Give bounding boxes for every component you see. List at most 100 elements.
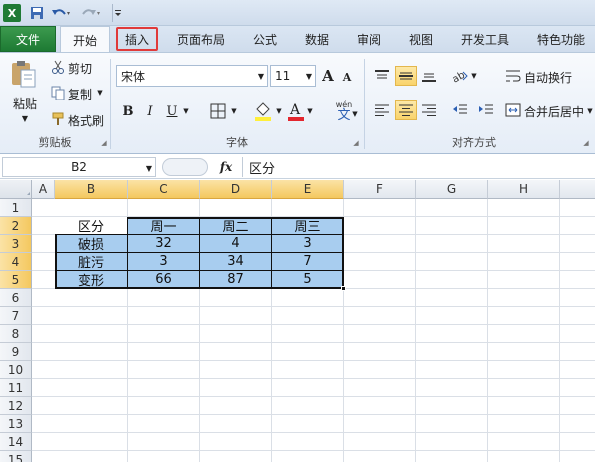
wrap-text-button[interactable]: 自动换行	[524, 69, 572, 86]
tab-home[interactable]: 开始	[60, 26, 110, 53]
name-box[interactable]: B2	[2, 157, 156, 177]
clipboard-launcher-icon[interactable]: ◢	[100, 139, 108, 147]
align-center-icon[interactable]	[395, 100, 417, 120]
row-header-10[interactable]: 10	[0, 361, 32, 379]
column-header-i[interactable]: I	[560, 180, 595, 199]
font-color-icon[interactable]: A	[286, 99, 306, 123]
table-cell[interactable]: 7	[272, 253, 344, 271]
tab-review[interactable]: 审阅	[348, 26, 390, 52]
row-header-7[interactable]: 7	[0, 307, 32, 325]
row-header-8[interactable]: 8	[0, 325, 32, 343]
row-header-1[interactable]: 1	[0, 199, 32, 217]
table-header-cell[interactable]: 周一	[128, 217, 200, 235]
select-all-corner[interactable]	[0, 180, 32, 199]
format-painter-button[interactable]: 格式刷	[68, 112, 104, 129]
font-color-dropdown-icon[interactable]: ▼	[306, 107, 314, 115]
tab-formulas[interactable]: 公式	[244, 26, 286, 52]
save-icon[interactable]	[30, 4, 44, 22]
insert-function-icon[interactable]: fx	[214, 158, 238, 176]
font-name-combobox[interactable]: 宋体	[116, 65, 268, 87]
customize-icon[interactable]	[112, 4, 122, 22]
increase-indent-icon[interactable]	[476, 101, 496, 119]
grow-font-icon[interactable]: A	[320, 67, 336, 85]
table-header-cell[interactable]: 区分	[55, 217, 128, 235]
table-cell[interactable]: 3	[272, 235, 344, 253]
row-header-4[interactable]: 4	[0, 253, 32, 271]
shrink-font-icon[interactable]: A	[340, 69, 354, 85]
borders-icon[interactable]	[208, 101, 228, 121]
align-middle-icon[interactable]	[395, 66, 417, 86]
row-header-6[interactable]: 6	[0, 289, 32, 307]
tab-view[interactable]: 视图	[400, 26, 442, 52]
undo-icon[interactable]	[50, 4, 72, 22]
row-header-2[interactable]: 2	[0, 217, 32, 235]
row-header-15[interactable]: 15	[0, 451, 32, 462]
align-top-icon[interactable]	[372, 67, 392, 85]
table-header-cell[interactable]: 周三	[272, 217, 344, 235]
worksheet-grid[interactable]: ABCDEFGHI 123456789101112131415 区分周一周二周三…	[0, 180, 595, 462]
column-header-b[interactable]: B	[55, 180, 128, 199]
align-left-icon[interactable]	[372, 101, 392, 119]
formula-resize-handle[interactable]	[162, 158, 208, 176]
tab-data[interactable]: 数据	[296, 26, 338, 52]
decrease-indent-icon[interactable]	[450, 101, 470, 119]
merge-center-button[interactable]: 合并后居中	[524, 103, 584, 120]
column-header-e[interactable]: E	[272, 180, 344, 199]
tab-page-layout[interactable]: 页面布局	[168, 26, 234, 52]
row-header-5[interactable]: 5	[0, 271, 32, 289]
orientation-icon[interactable]: ab	[450, 67, 470, 85]
column-header-f[interactable]: F	[344, 180, 416, 199]
fill-color-dropdown-icon[interactable]: ▼	[275, 107, 283, 115]
row-header-3[interactable]: 3	[0, 235, 32, 253]
excel-logo-icon[interactable]: X	[3, 4, 21, 22]
table-cell[interactable]: 4	[200, 235, 272, 253]
row-header-9[interactable]: 9	[0, 343, 32, 361]
tab-file[interactable]: 文件	[0, 26, 56, 52]
row-header-13[interactable]: 13	[0, 415, 32, 433]
table-cell[interactable]: 变形	[55, 271, 128, 289]
font-launcher-icon[interactable]: ◢	[352, 139, 360, 147]
table-cell[interactable]: 34	[200, 253, 272, 271]
orientation-dropdown-icon[interactable]: ▼	[470, 72, 478, 80]
name-box-dropdown-icon[interactable]: ▼	[144, 163, 154, 173]
bold-button[interactable]: B	[120, 101, 136, 121]
fill-handle[interactable]	[341, 286, 346, 291]
table-cell[interactable]: 87	[200, 271, 272, 289]
copy-dropdown-icon[interactable]: ▼	[96, 89, 104, 97]
formula-input[interactable]: 区分	[242, 157, 595, 177]
table-header-cell[interactable]: 周二	[200, 217, 272, 235]
borders-dropdown-icon[interactable]: ▼	[230, 107, 238, 115]
fill-color-icon[interactable]	[252, 99, 274, 123]
paste-dropdown-icon[interactable]: ▼	[20, 113, 30, 123]
column-header-d[interactable]: D	[200, 180, 272, 199]
table-cell[interactable]: 脏污	[55, 253, 128, 271]
redo-icon[interactable]	[80, 4, 102, 22]
row-header-14[interactable]: 14	[0, 433, 32, 451]
table-cell[interactable]: 66	[128, 271, 200, 289]
cut-button[interactable]: 剪切	[68, 60, 92, 77]
phonetic-dropdown-icon[interactable]: ▼	[351, 110, 359, 118]
tab-insert[interactable]: 插入	[116, 27, 158, 51]
font-size-dropdown-icon[interactable]: ▼	[304, 71, 314, 81]
table-cell[interactable]: 32	[128, 235, 200, 253]
table-cell[interactable]: 3	[128, 253, 200, 271]
row-header-11[interactable]: 11	[0, 379, 32, 397]
copy-button[interactable]: 复制	[68, 86, 92, 103]
tab-developer[interactable]: 开发工具	[452, 26, 518, 52]
align-bottom-icon[interactable]	[419, 67, 439, 85]
paste-icon[interactable]	[8, 59, 38, 89]
font-name-dropdown-icon[interactable]: ▼	[256, 71, 266, 81]
alignment-launcher-icon[interactable]: ◢	[582, 139, 590, 147]
merge-dropdown-icon[interactable]: ▼	[586, 107, 594, 115]
table-cell[interactable]: 破损	[55, 235, 128, 253]
tab-special-features[interactable]: 特色功能	[528, 26, 594, 52]
underline-dropdown-icon[interactable]: ▼	[182, 107, 190, 115]
column-header-c[interactable]: C	[128, 180, 200, 199]
column-header-a[interactable]: A	[32, 180, 55, 199]
row-header-12[interactable]: 12	[0, 397, 32, 415]
italic-button[interactable]: I	[142, 101, 158, 121]
paste-button[interactable]: 粘贴	[8, 95, 42, 112]
table-cell[interactable]: 5	[272, 271, 344, 289]
align-right-icon[interactable]	[419, 101, 439, 119]
underline-button[interactable]: U	[164, 101, 180, 121]
